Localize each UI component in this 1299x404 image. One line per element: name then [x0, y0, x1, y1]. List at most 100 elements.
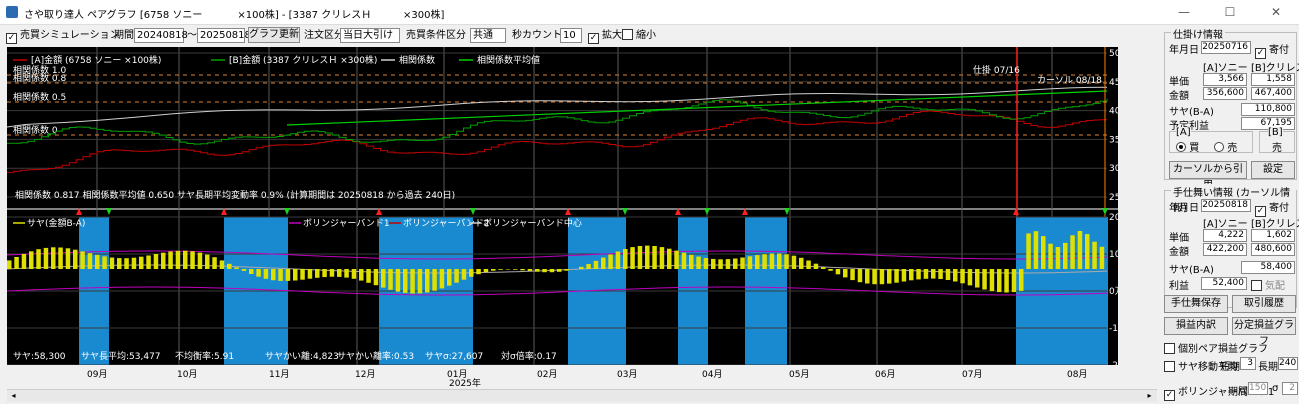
corr-ref-label: 相関係数 0.5 — [13, 91, 66, 103]
saya-bar — [689, 254, 694, 269]
zoom-in-check-icon: ✓ — [588, 33, 599, 44]
exit-date-input[interactable]: 20250818 — [1201, 199, 1251, 212]
saya-bar — [51, 247, 56, 269]
saya-bar — [58, 247, 63, 269]
pair-chart[interactable]: 50万円45万円40万円35万円30万円25万円相関係数 1.0相関係数 0.8… — [7, 47, 1118, 373]
exit-quote-checkbox[interactable]: 気配 — [1251, 277, 1285, 292]
signal-arrow-icon — [784, 208, 790, 215]
saya-bar — [784, 254, 789, 269]
order-select[interactable]: 当日大引け — [340, 28, 400, 43]
saya-bar — [1026, 233, 1031, 269]
saya-bar — [601, 257, 606, 269]
scroll-right-arrow-icon[interactable]: ▸ — [1144, 391, 1155, 401]
seconds-input[interactable]: 10 — [560, 28, 582, 43]
saya-bar — [197, 252, 203, 269]
scroll-left-arrow-icon[interactable]: ◂ — [8, 391, 19, 401]
saya-bar — [982, 269, 987, 290]
saya-bar — [989, 269, 995, 292]
condition-select[interactable]: 共通 — [470, 28, 506, 43]
saya-bar — [102, 256, 107, 269]
saya-bar — [623, 249, 628, 269]
boll-period-input[interactable]: 150 — [1248, 382, 1268, 395]
entry-amount-b: 467,400 — [1251, 87, 1295, 100]
bottom-stat: 対σ倍率:0.17 — [501, 350, 557, 362]
saya-bar — [373, 269, 379, 286]
sell-radio[interactable]: 売 — [1214, 139, 1237, 154]
x-tick-label: 04月 — [702, 370, 723, 380]
entry-yori-checkbox[interactable]: ✓ 寄付 — [1255, 41, 1289, 59]
x-tick-label: 06月 — [875, 370, 896, 380]
split-pl-graph-button[interactable]: 分定損益グラフ — [1232, 317, 1296, 347]
entry-saya-label: サヤ(B-A) — [1169, 107, 1214, 118]
saya-bar — [175, 250, 181, 269]
short-period-input[interactable]: 3 — [1240, 357, 1256, 370]
signal-arrow-icon — [704, 208, 710, 215]
settings-button[interactable]: 設定 — [1251, 161, 1295, 179]
zoom-in-checkbox[interactable]: ✓ 拡大 — [588, 28, 622, 44]
graph-update-button[interactable]: グラフ更新 — [248, 27, 300, 43]
title-bar: さや取り達人 ペアグラフ [6758 ソニー ×100株] - [3387 クリ… — [0, 0, 1299, 25]
pair-pl-graph-checkbox[interactable]: 個別ペア損益グラフ — [1164, 340, 1268, 355]
saya-bar — [249, 269, 254, 274]
saya-bar — [821, 267, 826, 269]
saya-bar — [762, 254, 767, 269]
seconds-label: 秒カウント — [512, 30, 562, 41]
saya-bar — [879, 269, 885, 285]
exit-col-b: [B]クリレス — [1251, 219, 1299, 230]
app-icon — [6, 6, 18, 18]
correlation-line — [7, 86, 1108, 128]
cursor-quote-button[interactable]: カーソルから引用 — [1169, 161, 1247, 191]
saya-bar — [997, 269, 1002, 293]
upper-axis-label: 35万円 — [1109, 134, 1118, 145]
saya-bar — [1070, 235, 1075, 269]
chart-scrollbar[interactable]: ◂ ▸ — [7, 389, 1157, 402]
exit-profit-value: 52,400 — [1201, 277, 1247, 290]
saya-bar — [410, 269, 415, 294]
x-axis-strip: 09月 10月 11月 12月 01月 02月 03月 04月 05月 06月 07月 08月 2025… — [7, 365, 1118, 389]
saya-bar — [131, 257, 137, 269]
pl-detail-button[interactable]: 損益内訳 — [1164, 317, 1228, 335]
sigma-input[interactable]: 2 — [1282, 382, 1298, 395]
saya-bar — [799, 257, 804, 269]
exit-yori-label: 寄付 — [1269, 203, 1289, 214]
buy-radio[interactable]: 買 — [1176, 139, 1199, 154]
upper-legend-label: 相関係数平均値 — [477, 54, 540, 66]
saya-bar — [344, 269, 349, 278]
long-period-input[interactable]: 240 — [1278, 357, 1298, 370]
bottom-stat: サヤかい離率:0.53 — [337, 350, 414, 362]
saya-bar — [865, 269, 870, 284]
window-title: さや取り達人 ペアグラフ [6758 ソニー ×100株] - [3387 クリ… — [24, 10, 445, 21]
saya-bar — [293, 269, 298, 281]
saya-bar — [146, 255, 151, 269]
saya-bar — [542, 269, 547, 273]
saya-bar — [447, 269, 452, 286]
saya-bar — [329, 269, 335, 277]
sim-checkbox[interactable]: ✓ 売買シミュレーション — [6, 28, 120, 44]
chart-canvas[interactable]: 50万円45万円40万円35万円30万円25万円相関係数 1.0相関係数 0.8… — [7, 47, 1118, 373]
lower-legend-label: サヤ(金額B-A) — [27, 217, 85, 229]
pair-pl-label: 個別ペア損益グラフ — [1178, 344, 1268, 355]
date-to-input[interactable]: 20250818 — [197, 28, 251, 43]
entry-date-input[interactable]: 20250716 — [1201, 41, 1251, 54]
saya-bar — [183, 250, 188, 269]
entry-price-label: 単価 — [1169, 77, 1189, 88]
date-from-input[interactable]: 20240818 — [134, 28, 188, 43]
lower-axis-label: 0万円 — [1109, 286, 1118, 297]
saya-bar — [579, 266, 584, 269]
maximize-button[interactable]: ☐ — [1207, 0, 1253, 25]
saya-bar — [843, 269, 848, 278]
upper-axis-label: 50万円 — [1109, 48, 1118, 59]
x-tick-label: 11月 — [269, 370, 290, 380]
saya-bar — [190, 251, 195, 269]
trade-history-button[interactable]: 取引履歴 — [1232, 295, 1296, 313]
saya-bar — [491, 269, 496, 271]
saya-bar — [1092, 241, 1097, 269]
close-button[interactable]: ✕ — [1253, 0, 1299, 25]
exit-save-button[interactable]: 手仕舞保存 — [1164, 295, 1228, 313]
signal-arrow-icon — [622, 208, 628, 215]
minimize-button[interactable]: — — [1161, 0, 1207, 25]
entry-date-label: 年月日 — [1169, 45, 1199, 56]
entry-col-b: [B]クリレス — [1251, 63, 1299, 74]
saya-bar — [777, 253, 782, 269]
zoom-out-checkbox[interactable]: 縮小 — [622, 28, 656, 43]
